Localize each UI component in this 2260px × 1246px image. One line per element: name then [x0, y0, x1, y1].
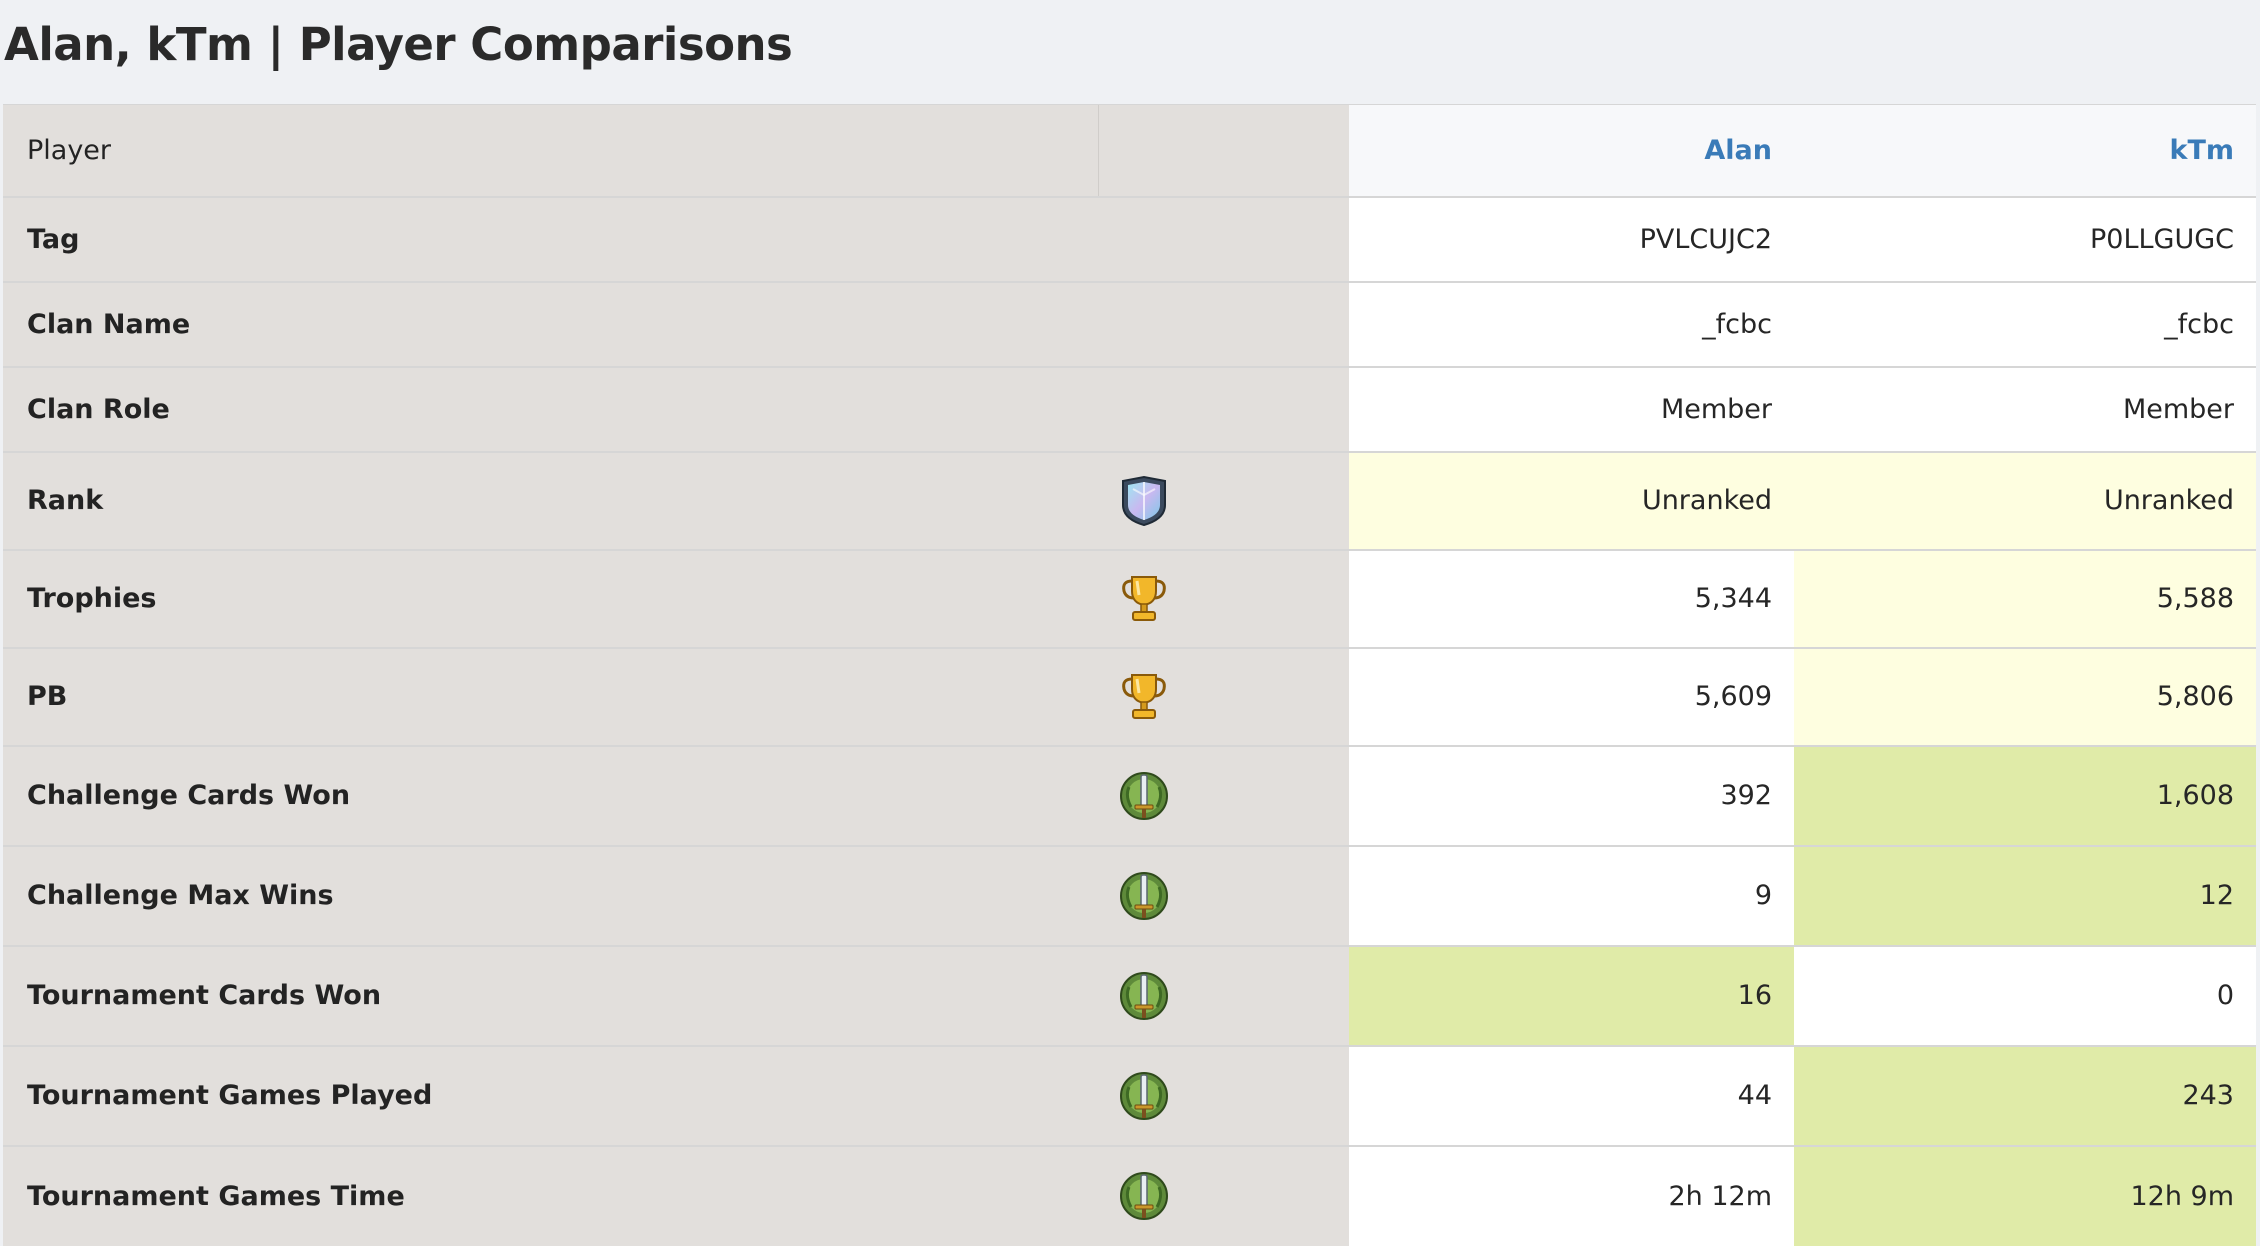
row-label: Tournament Games Time [3, 1144, 1098, 1246]
table-row: Trophies 5,344 5,588 [3, 548, 2256, 648]
table-row: Tournament Games Played 44 243 [3, 1044, 2256, 1146]
table-row: Tournament Games Time 2h 12m 12h 9m [3, 1144, 2256, 1246]
header-player-ktm: kTm [1794, 104, 2256, 197]
table-row: Clan Role Member Member [3, 365, 2256, 452]
row-label: Clan Role [3, 365, 1098, 452]
row-icon-cell [1098, 548, 1349, 648]
laurel-sword-icon [1120, 971, 1168, 1020]
value-ktm: 1,608 [1794, 744, 2256, 846]
row-icon-cell [1098, 944, 1349, 1046]
row-icon-cell [1098, 280, 1349, 367]
header-icon-cell [1097, 104, 1349, 197]
row-label: PB [3, 646, 1098, 746]
value-ktm: P0LLGUGC [1794, 195, 2256, 282]
value-alan: 9 [1349, 844, 1794, 946]
value-alan: 5,609 [1349, 646, 1794, 746]
table-row: Clan Name _fcbc _fcbc [3, 280, 2256, 367]
value-alan: 5,344 [1349, 548, 1794, 648]
value-alan: _fcbc [1349, 280, 1794, 367]
value-alan: Unranked [1349, 450, 1794, 550]
value-alan: 2h 12m [1349, 1144, 1794, 1246]
laurel-sword-icon [1120, 771, 1168, 820]
row-icon-cell [1098, 646, 1349, 746]
row-icon-cell [1098, 195, 1349, 282]
value-alan: 392 [1349, 744, 1794, 846]
table-row: Challenge Max Wins 9 12 [3, 844, 2256, 946]
value-ktm: 12h 9m [1794, 1144, 2256, 1246]
row-label: Challenge Max Wins [3, 844, 1098, 946]
row-icon-cell [1098, 844, 1349, 946]
comparison-table: Player Alan kTm Tag PVLCUJC2 P0LLGUGC Cl… [3, 104, 2256, 1246]
value-alan: 44 [1349, 1044, 1794, 1146]
value-alan: Member [1349, 365, 1794, 452]
value-ktm: 5,806 [1794, 646, 2256, 746]
row-label: Tag [3, 195, 1098, 282]
table-row: Tag PVLCUJC2 P0LLGUGC [3, 195, 2256, 282]
player-link-ktm[interactable]: kTm [2169, 135, 2234, 166]
row-label: Tournament Cards Won [3, 944, 1098, 1046]
row-label: Rank [3, 450, 1098, 550]
value-ktm: 5,588 [1794, 548, 2256, 648]
table-row: PB 5,609 5,806 [3, 646, 2256, 746]
value-alan: PVLCUJC2 [1349, 195, 1794, 282]
value-alan: 16 [1349, 944, 1794, 1046]
value-ktm: Unranked [1794, 450, 2256, 550]
row-icon-cell [1098, 450, 1349, 550]
table-row: Rank Unranked Unranked [3, 450, 2256, 550]
row-label: Challenge Cards Won [3, 744, 1098, 846]
laurel-sword-icon [1120, 1071, 1168, 1120]
row-label: Trophies [3, 548, 1098, 648]
rank-shield-icon [1122, 475, 1166, 526]
table-row: Challenge Cards Won 392 1,608 [3, 744, 2256, 846]
header-label: Player [3, 104, 1098, 197]
laurel-sword-icon [1120, 1172, 1168, 1220]
player-link-alan[interactable]: Alan [1704, 135, 1772, 166]
row-icon-cell [1098, 1044, 1349, 1146]
row-label: Clan Name [3, 280, 1098, 367]
trophy-icon [1122, 673, 1166, 719]
row-icon-cell [1098, 1144, 1349, 1246]
header-player-alan: Alan [1349, 104, 1794, 197]
value-ktm: 12 [1794, 844, 2256, 946]
value-ktm: 0 [1794, 944, 2256, 1046]
row-icon-cell [1098, 744, 1349, 846]
value-ktm: 243 [1794, 1044, 2256, 1146]
trophy-icon [1122, 575, 1166, 621]
value-ktm: _fcbc [1794, 280, 2256, 367]
row-label: Tournament Games Played [3, 1044, 1098, 1146]
laurel-sword-icon [1120, 871, 1168, 920]
table-header-row: Player Alan kTm [3, 104, 2256, 197]
value-ktm: Member [1794, 365, 2256, 452]
page-title: Alan, kTm | Player Comparisons [4, 18, 793, 71]
row-icon-cell [1098, 365, 1349, 452]
table-row: Tournament Cards Won 16 0 [3, 944, 2256, 1046]
